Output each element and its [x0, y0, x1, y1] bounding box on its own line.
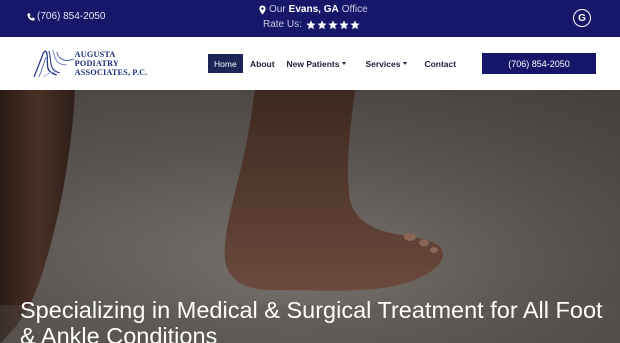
nav-services[interactable]: Services [365, 54, 408, 73]
hero-heading: Specializing in Medical & Surgical Treat… [20, 297, 603, 343]
call-phone-button-label: (706) 854-2050 [508, 58, 570, 69]
call-phone-button[interactable]: (706) 854-2050 [482, 53, 596, 74]
chevron-down-icon [342, 62, 347, 65]
star-icon [350, 19, 360, 29]
nav-new-patients[interactable]: New Patients [287, 54, 347, 73]
map-pin-icon [259, 4, 266, 15]
rate-us[interactable]: Rate Us: [263, 19, 360, 30]
nav-contact[interactable]: Contact [424, 54, 456, 73]
logo-line-1: AUGUSTA PODIATRY [74, 50, 120, 68]
hero-banner: Specializing in Medical & Surgical Treat… [0, 90, 620, 343]
star-icon [339, 19, 349, 29]
site-logo[interactable]: AUGUSTA PODIATRY ASSOCIATES, P.C. [31, 48, 161, 79]
office-location[interactable]: Our Evans, GA Office [259, 4, 368, 15]
nav-about[interactable]: About [250, 54, 275, 73]
office-prefix: Our [269, 4, 286, 15]
nav-about-label: About [250, 58, 275, 69]
google-icon: G [578, 12, 586, 24]
logo-text: AUGUSTA PODIATRY ASSOCIATES, P.C. [75, 50, 161, 77]
star-icon [306, 19, 316, 29]
rate-us-label: Rate Us: [263, 19, 302, 30]
main-nav: Home About New Patients Services Contact [208, 54, 456, 73]
nav-home[interactable]: Home [208, 54, 243, 73]
nav-new-patients-label: New Patients [286, 58, 340, 69]
phone-icon [27, 12, 35, 21]
nav-services-label: Services [365, 58, 401, 69]
star-icon [317, 19, 327, 29]
logo-line-2: ASSOCIATES, P.C. [74, 68, 148, 77]
office-city: Evans, GA [288, 4, 339, 15]
top-bar: (706) 854-2050 Our Evans, GA Office Rate… [0, 0, 620, 37]
logo-foot-icon [33, 49, 74, 78]
office-suffix: Office [341, 4, 368, 15]
top-phone-link[interactable]: (706) 854-2050 [27, 11, 105, 22]
main-navbar: AUGUSTA PODIATRY ASSOCIATES, P.C. Home A… [0, 37, 620, 90]
chevron-down-icon [403, 62, 408, 65]
nav-home-label: Home [214, 58, 237, 69]
google-reviews-button[interactable]: G [573, 9, 591, 27]
star-icon [328, 19, 338, 29]
top-phone-number: (706) 854-2050 [37, 11, 106, 22]
rating-stars [306, 19, 360, 30]
nav-contact-label: Contact [424, 58, 457, 69]
